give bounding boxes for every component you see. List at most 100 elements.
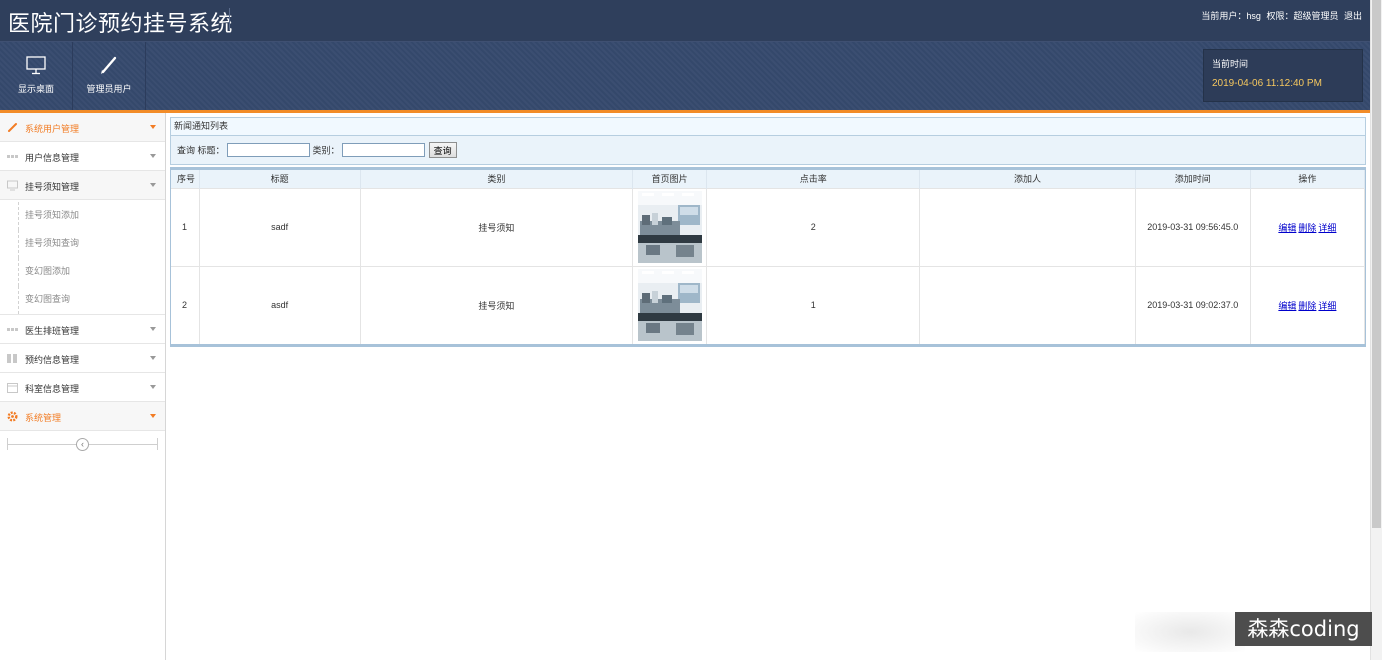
monitor-icon	[26, 56, 46, 75]
chevron-down-icon	[150, 414, 156, 418]
col-header-index: 序号	[171, 170, 200, 188]
col-header-image: 首页图片	[632, 170, 708, 188]
cell-actions: 编辑 删除 详细	[1250, 265, 1366, 344]
chevron-down-icon	[150, 385, 156, 389]
sidebar-item-label: 医生排班管理	[25, 326, 80, 336]
show-desktop-button[interactable]: 显示桌面	[0, 42, 73, 110]
sidebar-item-registration-notice[interactable]: 挂号须知管理	[0, 171, 165, 200]
pencil-icon	[101, 56, 117, 74]
sidebar-item-label: 用户信息管理	[25, 153, 80, 163]
accent-bar	[0, 110, 1370, 113]
submenu-item-banner-query[interactable]: 变幻图查询	[18, 286, 165, 314]
cell-time: 2019-03-31 09:56:45.0	[1135, 187, 1251, 266]
sidebar-item-label: 系统管理	[25, 413, 62, 423]
cell-title: sadf	[199, 187, 361, 266]
cell-adder	[919, 187, 1136, 266]
col-header-actions: 操作	[1250, 170, 1366, 188]
logout-link[interactable]: 退出	[1344, 11, 1362, 21]
cell-category: 挂号须知	[360, 187, 634, 266]
panel-title: 新闻通知列表	[170, 117, 1366, 136]
sidebar-collapse-row: ‹	[0, 431, 165, 461]
chevron-down-icon	[150, 356, 156, 360]
chevron-down-icon	[150, 154, 156, 158]
role-label: 权限：超级管理员	[1266, 11, 1339, 21]
clock-panel: 当前时间 2019-04-06 11:12:40 PM	[1203, 49, 1363, 102]
chevron-left-icon[interactable]: ‹	[76, 438, 89, 451]
vertical-scrollbar[interactable]	[1370, 0, 1382, 660]
submenu: 挂号须知添加 挂号须知查询 变幻图添加 变幻图查询	[0, 200, 165, 315]
search-bar: 查询 标题： 类别： 查询	[170, 136, 1366, 165]
sidebar-item-system-management[interactable]: 系统管理	[0, 402, 165, 431]
category-label: 类别：	[312, 145, 340, 156]
sidebar-item-departments[interactable]: 科室信息管理	[0, 373, 165, 402]
admin-user-label: 管理员用户	[86, 84, 132, 94]
cell-image	[632, 187, 708, 266]
app-title: 医院门诊预约挂号系统	[8, 11, 234, 36]
submenu-item-notice-query[interactable]: 挂号须知查询	[18, 230, 165, 258]
lab-thumbnail-image	[637, 191, 702, 263]
scrollbar-thumb[interactable]	[1372, 0, 1381, 528]
search-button[interactable]: 查询	[428, 142, 457, 158]
submenu-item-banner-add[interactable]: 变幻图添加	[18, 258, 165, 286]
chevron-down-icon	[150, 125, 156, 129]
sidebar-item-appointments[interactable]: 预约信息管理	[0, 344, 165, 373]
cell-clicks: 2	[706, 187, 921, 266]
watermark-shadow	[1135, 612, 1245, 652]
sidebar-item-label: 预约信息管理	[25, 355, 80, 365]
sidebar: 系统用户管理 用户信息管理 挂号须知管理 挂号须知添加 挂号须知查询 变幻图添加…	[0, 113, 166, 660]
grid-icon	[7, 155, 18, 158]
toolbar: 显示桌面 管理员用户 当前时间 2019-04-06 11:12:40 PM	[0, 42, 1370, 110]
table-row: 2 asdf 挂号须知 1 2019-03-31 09:02:37.0 编辑 删…	[171, 265, 1366, 344]
cell-clicks: 1	[706, 265, 921, 344]
sidebar-item-label: 科室信息管理	[25, 384, 80, 394]
admin-user-button[interactable]: 管理员用户	[73, 42, 146, 110]
main-content: 新闻通知列表 查询 标题： 类别： 查询 序号 标题 类别 首页图片 点击率 添…	[170, 117, 1366, 347]
submenu-item-notice-add[interactable]: 挂号须知添加	[18, 202, 165, 230]
columns-icon	[7, 354, 17, 363]
clock-label: 当前时间	[1212, 59, 1249, 69]
news-table: 序号 标题 类别 首页图片 点击率 添加人 添加时间 操作 1 sadf 挂号须…	[170, 167, 1366, 347]
detail-link[interactable]: 详细	[1318, 223, 1336, 233]
chevron-down-icon	[150, 183, 156, 187]
lab-thumbnail-image	[637, 269, 702, 342]
col-header-time: 添加时间	[1135, 170, 1251, 188]
title-search-input[interactable]	[227, 143, 311, 157]
cell-image	[632, 265, 708, 344]
delete-link[interactable]: 删除	[1298, 223, 1316, 233]
current-user-label: 当前用户：hsg	[1201, 11, 1261, 21]
col-header-clicks: 点击率	[706, 170, 921, 188]
cell-index: 2	[171, 265, 200, 344]
search-title-label: 查询 标题：	[177, 145, 225, 156]
edit-link[interactable]: 编辑	[1278, 301, 1296, 311]
grid-icon	[7, 328, 18, 331]
cell-category: 挂号须知	[360, 265, 634, 344]
cell-actions: 编辑 删除 详细	[1250, 187, 1366, 266]
chevron-down-icon	[150, 327, 156, 331]
clock-value: 2019-04-06 11:12:40 PM	[1212, 78, 1322, 89]
col-header-title: 标题	[199, 170, 361, 188]
show-desktop-label: 显示桌面	[17, 84, 54, 94]
pencil-icon	[8, 123, 17, 132]
sidebar-item-doctor-schedule[interactable]: 医生排班管理	[0, 315, 165, 344]
monitor-icon	[7, 180, 18, 191]
category-search-input[interactable]	[342, 143, 426, 157]
delete-link[interactable]: 删除	[1298, 301, 1316, 311]
watermark: 森森coding	[1235, 612, 1372, 646]
cell-title: asdf	[199, 265, 361, 344]
sidebar-item-user-info[interactable]: 用户信息管理	[0, 142, 165, 171]
col-header-category: 类别	[360, 170, 634, 188]
detail-link[interactable]: 详细	[1318, 301, 1336, 311]
title-divider	[229, 8, 230, 30]
edit-link[interactable]: 编辑	[1278, 223, 1296, 233]
table-row: 1 sadf 挂号须知 2 2019-03-31 09:56:45.0 编辑 删…	[171, 187, 1366, 266]
sidebar-item-label: 系统用户管理	[25, 124, 80, 134]
user-info: 当前用户：hsg 权限：超级管理员 退出	[1198, 9, 1362, 22]
col-header-adder: 添加人	[919, 170, 1136, 188]
gear-icon	[7, 411, 18, 422]
table-header-row: 序号 标题 类别 首页图片 点击率 添加人 添加时间 操作	[171, 170, 1366, 188]
cell-index: 1	[171, 187, 200, 266]
sidebar-item-label: 挂号须知管理	[25, 182, 80, 192]
cell-time: 2019-03-31 09:02:37.0	[1135, 265, 1251, 344]
sidebar-item-system-users[interactable]: 系统用户管理	[0, 113, 165, 142]
cell-adder	[919, 265, 1136, 344]
